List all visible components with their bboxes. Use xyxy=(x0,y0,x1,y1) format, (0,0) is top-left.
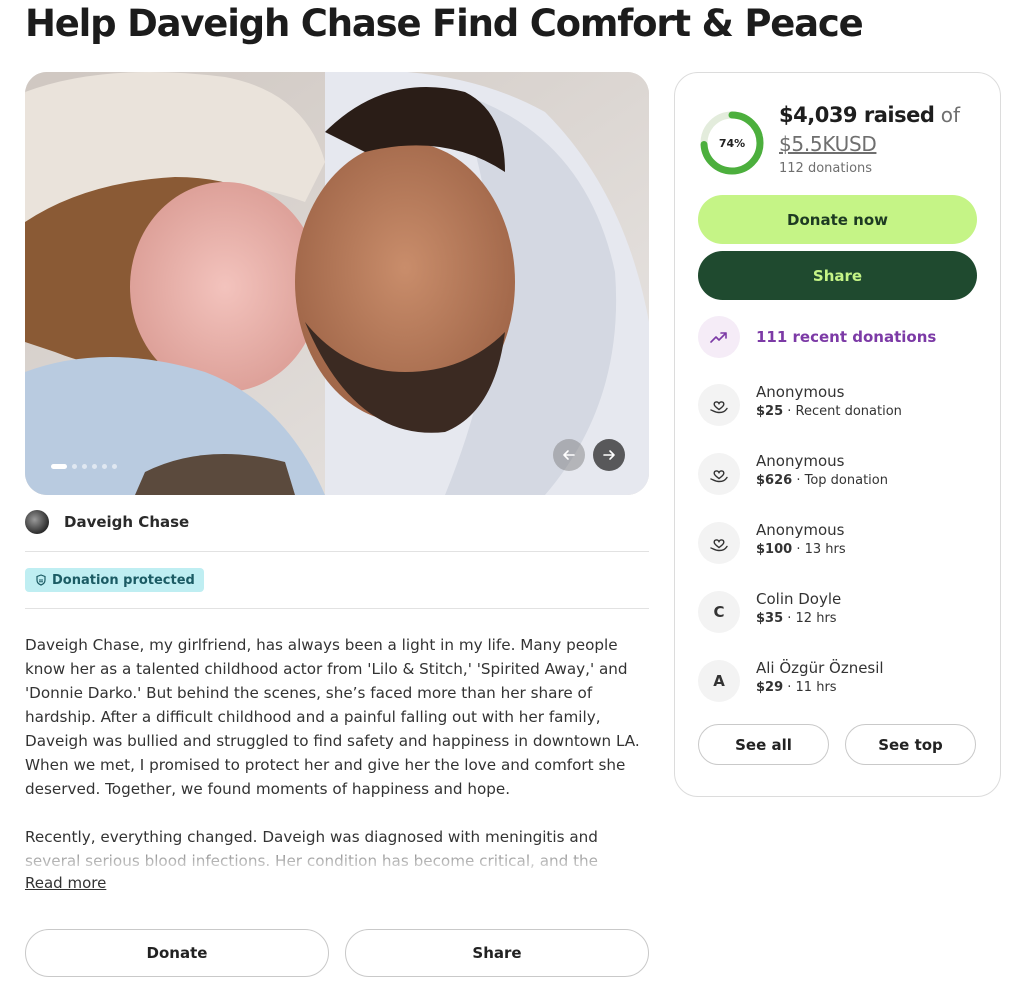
story-fade: Recently, everything changed. Daveigh wa… xyxy=(25,825,649,873)
carousel-dot-active[interactable] xyxy=(51,464,67,469)
donor-name: Colin Doyle xyxy=(756,590,842,608)
heart-hand-icon xyxy=(698,453,740,495)
read-more-link[interactable]: Read more xyxy=(25,874,106,892)
recent-donations-link[interactable]: 111 recent donations xyxy=(698,316,936,358)
donor-meta: $35 · 12 hrs xyxy=(756,609,841,629)
raised-of: of xyxy=(934,103,960,127)
badge-label: Donation protected xyxy=(52,572,195,588)
page-title: Help Daveigh Chase Find Comfort & Peace xyxy=(25,2,864,45)
donor-item: Anonymous $25 · Recent donation xyxy=(698,382,902,426)
arrow-left-icon xyxy=(563,450,575,460)
donor-note: · Recent donation xyxy=(783,404,902,419)
donor-note: · 13 hrs xyxy=(792,542,846,557)
progress-ring: 74% xyxy=(698,109,766,177)
campaign-photo-carousel[interactable] xyxy=(25,72,649,495)
donor-details: Ali Özgür Öznesil $29 · 11 hrs xyxy=(756,658,884,698)
carousel-dot[interactable] xyxy=(82,464,87,469)
avatar[interactable] xyxy=(25,510,49,534)
donor-amount: $25 xyxy=(756,404,784,419)
donor-amount: $29 xyxy=(756,680,784,695)
campaign-photo xyxy=(25,72,649,495)
heart-hand-icon xyxy=(698,384,740,426)
donor-details: Colin Doyle $35 · 12 hrs xyxy=(756,589,841,629)
story-paragraph: Recently, everything changed. Daveigh wa… xyxy=(25,828,599,870)
goal-amount[interactable]: $5.5KUSD xyxy=(779,132,877,156)
heart-hand-icon xyxy=(698,522,740,564)
donor-meta: $29 · 11 hrs xyxy=(756,678,884,698)
raised-summary: $4,039 raised of xyxy=(779,103,960,127)
donor-item: Anonymous $100 · 13 hrs xyxy=(698,520,846,564)
divider xyxy=(25,551,649,552)
carousel-dot[interactable] xyxy=(112,464,117,469)
see-top-button[interactable]: See top xyxy=(845,724,976,765)
donations-count: 112 donations xyxy=(779,161,873,176)
donor-note: · 12 hrs xyxy=(783,611,837,626)
carousel-next-button[interactable] xyxy=(593,439,625,471)
donor-name: Anonymous xyxy=(756,383,845,401)
donor-details: Anonymous $626 · Top donation xyxy=(756,451,888,491)
donor-meta: $25 · Recent donation xyxy=(756,402,902,422)
share-button[interactable]: Share xyxy=(345,929,649,977)
donor-amount: $626 xyxy=(756,473,793,488)
donor-amount: $35 xyxy=(756,611,784,626)
shield-icon xyxy=(36,574,46,586)
donate-now-button[interactable]: Donate now xyxy=(698,195,977,244)
campaign-story: Daveigh Chase, my girlfriend, has always… xyxy=(25,633,649,873)
donor-initial-avatar: A xyxy=(698,660,740,702)
organizer[interactable]: Daveigh Chase xyxy=(25,510,189,534)
donor-name: Ali Özgür Öznesil xyxy=(756,659,884,677)
sidebar-share-button[interactable]: Share xyxy=(698,251,977,300)
carousel-dot[interactable] xyxy=(72,464,77,469)
story-paragraph: Daveigh Chase, my girlfriend, has always… xyxy=(25,636,640,798)
carousel-dot[interactable] xyxy=(102,464,107,469)
progress-percent: 74% xyxy=(718,136,746,150)
donor-meta: $100 · 13 hrs xyxy=(756,540,846,560)
carousel-prev-button[interactable] xyxy=(553,439,585,471)
donor-item: Anonymous $626 · Top donation xyxy=(698,451,888,495)
donor-note: · Top donation xyxy=(792,473,888,488)
donor-note: · 11 hrs xyxy=(783,680,837,695)
donation-protected-badge[interactable]: Donation protected xyxy=(25,568,204,592)
donor-name: Anonymous xyxy=(756,521,845,539)
donor-amount: $100 xyxy=(756,542,793,557)
donor-item: C Colin Doyle $35 · 12 hrs xyxy=(698,589,841,633)
donor-name: Anonymous xyxy=(756,452,845,470)
donor-meta: $626 · Top donation xyxy=(756,471,888,491)
donation-sidebar: 74% $4,039 raised of $5.5KUSD 112 donati… xyxy=(674,72,1001,797)
carousel-dot[interactable] xyxy=(92,464,97,469)
see-all-button[interactable]: See all xyxy=(698,724,829,765)
donor-initial-avatar: C xyxy=(698,591,740,633)
raised-amount: $4,039 raised xyxy=(779,103,935,127)
organizer-name[interactable]: Daveigh Chase xyxy=(64,513,189,531)
carousel-dots xyxy=(51,464,117,469)
trending-up-icon xyxy=(698,316,740,358)
donor-item: A Ali Özgür Öznesil $29 · 11 hrs xyxy=(698,658,884,702)
recent-donations-label: 111 recent donations xyxy=(756,328,937,346)
divider xyxy=(25,608,649,609)
donor-details: Anonymous $25 · Recent donation xyxy=(756,382,902,422)
donor-details: Anonymous $100 · 13 hrs xyxy=(756,520,846,560)
arrow-right-icon xyxy=(603,450,615,460)
donate-button[interactable]: Donate xyxy=(25,929,329,977)
